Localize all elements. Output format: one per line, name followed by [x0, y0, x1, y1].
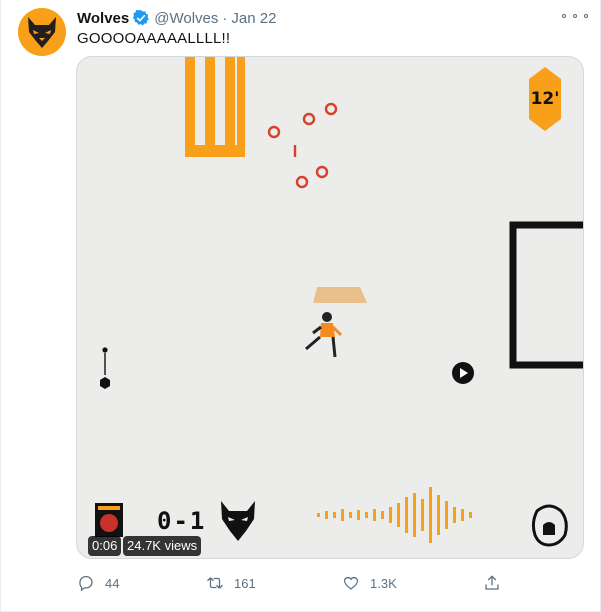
minute-label: 12'	[530, 89, 560, 109]
reply-button[interactable]: 44	[77, 568, 119, 598]
video-duration-badge: 0:06	[88, 536, 122, 556]
reply-count: 44	[105, 575, 120, 591]
like-icon	[343, 576, 359, 590]
share-icon	[485, 575, 499, 590]
shadow-shape	[313, 287, 367, 303]
tweet-left-border	[0, 0, 1, 612]
display-name[interactable]: Wolves	[77, 10, 129, 27]
verified-badge-icon	[133, 9, 150, 26]
tweet-date[interactable]: Jan 22	[231, 10, 276, 27]
like-count: 1.3K	[370, 575, 397, 591]
retweet-button[interactable]: 161	[206, 568, 256, 598]
separator-dot: ·	[222, 9, 228, 27]
share-button[interactable]	[483, 568, 511, 598]
scattered-letters	[267, 102, 338, 189]
retweet-count: 161	[234, 575, 256, 591]
player-figure	[305, 312, 343, 358]
goal-frame	[509, 221, 583, 369]
audio-waveform	[317, 487, 472, 543]
retweet-icon	[207, 577, 223, 589]
tweet-actions: 44 161 1.3K	[0, 568, 601, 598]
chorley-crest	[95, 503, 123, 537]
tweet-header: Wolves @Wolves · Jan 22	[77, 8, 276, 28]
wolf-logo-icon	[18, 8, 66, 56]
video-frame-artwork	[95, 57, 583, 547]
minute-tag: 12'	[529, 67, 561, 133]
premier-league-lion-icon	[531, 504, 568, 547]
score-label: 0-1	[157, 507, 207, 535]
gold-stripes	[185, 57, 245, 157]
video-player[interactable]: 12' 0-1 0:06 24.7K views	[76, 56, 584, 559]
reply-icon	[79, 575, 93, 592]
avatar[interactable]	[18, 8, 66, 56]
video-views-badge: 24.7K views	[123, 536, 202, 556]
handle[interactable]: @Wolves	[154, 10, 218, 27]
more-icon[interactable]	[562, 8, 588, 24]
tweet-text: GOOOOAAAAALLLL!!	[77, 30, 231, 47]
play-icon[interactable]	[452, 362, 474, 384]
like-button[interactable]: 1.3K	[342, 568, 397, 598]
wolves-crest	[221, 501, 255, 541]
